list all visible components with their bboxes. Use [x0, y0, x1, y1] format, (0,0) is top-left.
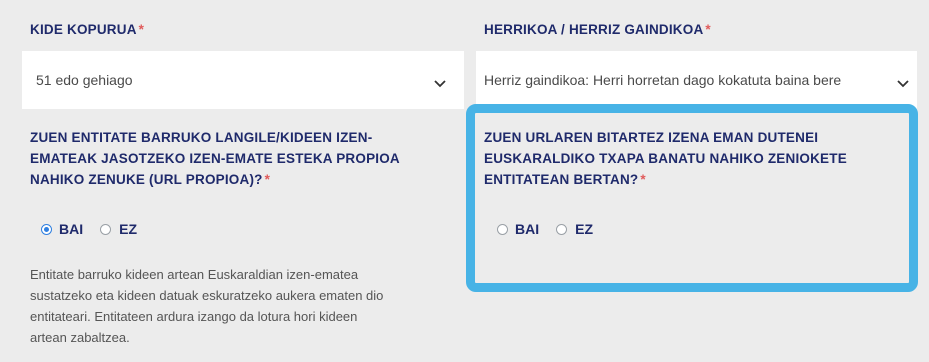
kide-kopurua-label: KIDE KOPURUA *: [30, 22, 144, 37]
url-propioa-help-text: Entitate barruko kideen artean Euskarald…: [30, 264, 475, 348]
help-line: sustatzeko eta kideen datuak eskuratzeko…: [30, 288, 384, 303]
question-line: EUSKARALDIKO TXAPA BANATU NAHIKO ZENIOKE…: [484, 151, 847, 166]
herrikoa-label: HERRIKOA / HERRIZ GAINDIKOA *: [484, 22, 711, 37]
url-propioa-radio-group: BAI EZ: [41, 221, 137, 237]
radio-ez-left-label[interactable]: EZ: [119, 221, 137, 237]
radio-bai-left-label[interactable]: BAI: [59, 221, 83, 237]
question-line: ZUEN ENTITATE BARRUKO LANGILE/KIDEEN IZE…: [30, 130, 373, 145]
url-propioa-question: ZUEN ENTITATE BARRUKO LANGILE/KIDEEN IZE…: [30, 127, 470, 190]
radio-ez-right-label[interactable]: EZ: [575, 221, 593, 237]
kide-kopurua-select-value: 51 edo gehiago: [36, 72, 133, 88]
kide-kopurua-select[interactable]: 51 edo gehiago: [22, 51, 464, 109]
chevron-down-icon[interactable]: [434, 75, 446, 91]
question-line: ZUEN URLAREN BITARTEZ IZENA EMAN DUTENEI: [484, 130, 819, 145]
help-line: artean zabaltzea.: [30, 330, 130, 345]
question-line-text: NAHIKO ZENUKE (URL PROPIOA)?: [30, 172, 263, 187]
radio-bai-left[interactable]: [41, 223, 52, 235]
herrikoa-label-text: HERRIKOA / HERRIZ GAINDIKOA: [484, 22, 704, 37]
question-line: ENTITATEAN BERTAN? *: [484, 169, 904, 190]
required-mark: *: [264, 172, 271, 187]
txapa-radio-group: BAI EZ: [497, 221, 593, 237]
help-line: entitateari. Entitateen ardura izango da…: [30, 309, 358, 324]
radio-ez-left[interactable]: [100, 223, 112, 235]
radio-ez-right[interactable]: [556, 223, 568, 235]
herrikoa-select-value: Herriz gaindikoa: Herri horretan dago ko…: [484, 72, 842, 88]
help-line: Entitate barruko kideen artean Euskarald…: [30, 267, 359, 282]
required-mark: *: [640, 172, 646, 187]
question-line: EMATEAK JASOTZEKO IZEN-EMATE ESTEKA PROP…: [30, 151, 400, 166]
question-line: NAHIKO ZENUKE (URL PROPIOA)? *: [30, 169, 470, 190]
required-mark: *: [705, 22, 711, 37]
kide-kopurua-label-text: KIDE KOPURUA: [30, 22, 137, 37]
herrikoa-select[interactable]: Herriz gaindikoa: Herri horretan dago ko…: [476, 51, 917, 109]
required-mark: *: [138, 22, 145, 37]
question-line-text: ENTITATEAN BERTAN?: [484, 172, 639, 187]
radio-bai-right-label[interactable]: BAI: [515, 221, 539, 237]
radio-bai-right[interactable]: [497, 223, 508, 235]
chevron-down-icon[interactable]: [897, 75, 909, 91]
txapa-question: ZUEN URLAREN BITARTEZ IZENA EMAN DUTENEI…: [484, 127, 904, 190]
